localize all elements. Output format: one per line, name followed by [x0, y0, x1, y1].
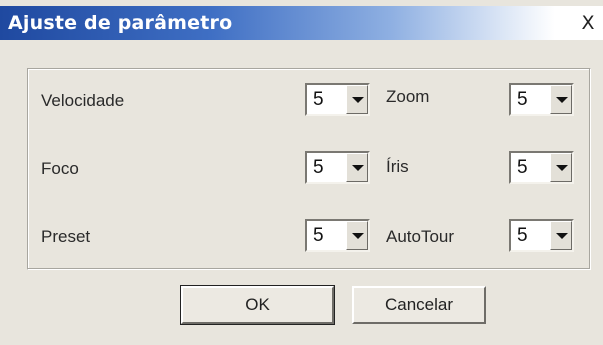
- iris-label: Íris: [386, 157, 409, 176]
- chevron-down-icon[interactable]: [346, 221, 368, 250]
- preset-select[interactable]: 5: [305, 219, 370, 252]
- autotour-label: AutoTour: [386, 227, 455, 246]
- foco-label: Foco: [41, 159, 79, 178]
- iris-select[interactable]: 5: [509, 151, 574, 184]
- foco-select[interactable]: 5: [305, 151, 370, 184]
- chevron-down-icon[interactable]: [550, 85, 572, 114]
- autotour-value: 5: [517, 225, 528, 246]
- foco-value: 5: [313, 157, 324, 178]
- chevron-down-icon[interactable]: [346, 85, 368, 114]
- window-title: Ajuste de parâmetro: [8, 12, 233, 34]
- velocidade-value: 5: [313, 89, 324, 110]
- ok-button[interactable]: OK: [180, 285, 335, 325]
- velocidade-select[interactable]: 5: [305, 83, 370, 116]
- parameter-dialog: Ajuste de parâmetro X Velocidade 5 Zoom …: [0, 0, 603, 345]
- iris-value: 5: [517, 157, 528, 178]
- zoom-label: Zoom: [386, 87, 430, 106]
- title-bar: Ajuste de parâmetro X: [0, 6, 603, 40]
- autotour-select[interactable]: 5: [509, 219, 574, 252]
- chevron-down-icon[interactable]: [550, 153, 572, 182]
- zoom-value: 5: [517, 89, 528, 110]
- preset-value: 5: [313, 225, 324, 246]
- chevron-down-icon[interactable]: [346, 153, 368, 182]
- velocidade-label: Velocidade: [41, 91, 125, 110]
- preset-label: Preset: [41, 227, 91, 246]
- cancel-button[interactable]: Cancelar: [352, 286, 486, 324]
- zoom-select[interactable]: 5: [509, 83, 574, 116]
- chevron-down-icon[interactable]: [550, 221, 572, 250]
- close-button[interactable]: X: [579, 12, 597, 34]
